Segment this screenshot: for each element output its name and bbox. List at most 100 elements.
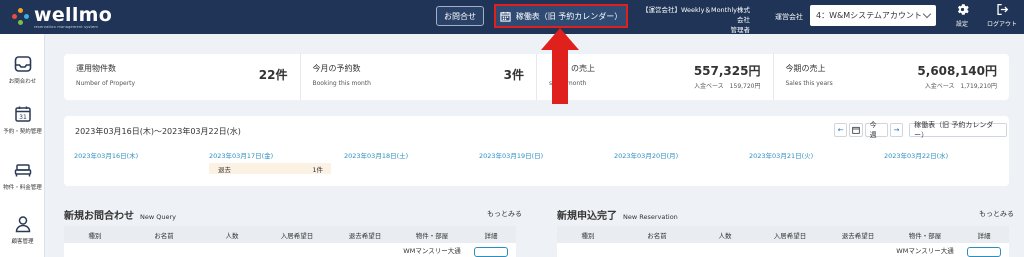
stat-payment-basis: 入金ベース 159,720円 [693, 83, 761, 90]
next-week-button[interactable]: → [889, 123, 904, 137]
date-picker-button[interactable] [849, 123, 863, 137]
logo-text: wellmo [34, 3, 113, 26]
calendar-days: 2023年03月16日(木) 2023年03月17日(金) 2023年03月18… [64, 146, 1009, 164]
inbox-icon [14, 56, 31, 72]
calendar-day[interactable]: 2023年03月20日(月) [604, 146, 739, 164]
sidebar-item-label: 物件・料金管理 [3, 185, 42, 191]
stat-card-bookings: 今月の予約数 Booking this month 3件 [301, 54, 537, 100]
column-header: 人数 [225, 231, 239, 240]
user-role: 管理者 [730, 26, 751, 34]
company-name: 【運営会社】Weekly＆Monthly株式会社 [642, 6, 750, 24]
stat-subtitle: Booking this month [312, 80, 371, 87]
column-header: 種別 [581, 231, 595, 240]
sidebar-item-inquiries[interactable]: お問合わせ [0, 42, 45, 98]
section-subtitle: New Reservation [623, 213, 678, 221]
gear-icon [957, 4, 969, 15]
bed-icon [14, 164, 31, 177]
settings-button[interactable]: 設定 [944, 3, 980, 31]
calendar-day[interactable]: 2023年03月21日(火) [739, 146, 874, 164]
detail-button[interactable] [474, 247, 508, 257]
calendar-day[interactable]: 2023年03月16日(木) [64, 146, 199, 164]
stats-summary: 運用物件数 Number of Property 22件 今月の予約数 Book… [64, 54, 1009, 100]
annotation-arrow-icon [541, 28, 579, 104]
column-header: 種別 [88, 231, 102, 240]
new-reservation-table: 種別 お名前 人数 入居希望日 退去希望日 物件・部屋 詳細 WMマンスリー大通 [557, 226, 1009, 257]
company-select[interactable]: 4：W&Mシステムアカウント [810, 5, 936, 26]
column-header: 入居希望日 [773, 231, 807, 240]
logo[interactable]: wellmo reservation management system [12, 3, 122, 29]
new-query-title: 新規お問合わせ New Query [64, 207, 176, 222]
stat-title: 運用物件数 [76, 64, 116, 73]
logout-icon [996, 3, 1008, 16]
new-query-table: 種別 お名前 人数 入居希望日 退去希望日 物件・部屋 詳細 WMマンスリー大通 [64, 226, 516, 257]
column-header: お名前 [154, 231, 174, 240]
calendar-day[interactable]: 2023年03月22日(水) [874, 146, 1009, 164]
detail-button[interactable] [967, 247, 1001, 257]
sidebar-item-properties[interactable]: 物件・料金管理 [0, 148, 45, 204]
table-row[interactable]: WMマンスリー大通 [64, 243, 516, 257]
calendar-icon-day: 31 [19, 114, 27, 121]
sidebar: お問合わせ 31 予約・契約管理 物件・料金管理 顧客管理 [0, 34, 45, 257]
column-header: お名前 [647, 231, 667, 240]
table-header: 種別 お名前 人数 入居希望日 退去希望日 物件・部屋 詳細 [64, 226, 516, 243]
calendar-nav: ← 今週 → 稼働表（旧 予約カレンダー） [834, 121, 1009, 139]
column-header: 退去希望日 [348, 231, 382, 240]
calendar-icon [852, 126, 860, 134]
calendar-icon [500, 11, 511, 22]
stat-value: 5,608,140円 [917, 64, 997, 78]
column-header: 物件・部屋 [908, 231, 942, 240]
company-info: 【運営会社】Weekly＆Monthly株式会社 管理者 [640, 5, 750, 35]
event-label: 退去 [218, 165, 231, 174]
sidebar-item-label: お問合わせ [8, 79, 37, 85]
company-select-value: 4：W&Mシステムアカウント [816, 11, 922, 20]
column-header: 人数 [718, 231, 732, 240]
stat-card-properties: 運用物件数 Number of Property 22件 [64, 54, 301, 100]
property-cell: WMマンスリー大通 [896, 247, 954, 255]
settings-label: 設定 [955, 21, 968, 28]
sidebar-item-label: 予約・契約管理 [3, 129, 42, 135]
weekly-calendar-panel: 2023年03月16日(木)〜2023年03月22日(水) ← 今週 → 稼働表… [64, 116, 1009, 186]
new-query-more-link[interactable]: もっとみる [487, 209, 522, 219]
logout-button[interactable]: ログアウト [984, 3, 1020, 31]
calendar-day[interactable]: 2023年03月19日(日) [469, 146, 604, 164]
table-row[interactable]: WMマンスリー大通 [557, 243, 1009, 257]
calendar-day[interactable]: 2023年03月18日(土) [334, 146, 469, 164]
logo-mark [12, 8, 30, 26]
event-count: 1件 [312, 165, 323, 174]
availability-calendar-button[interactable]: 稼働表（旧 予約カレンダー） [494, 4, 628, 28]
column-header: 詳細 [484, 231, 498, 240]
column-header: 退去希望日 [841, 231, 875, 240]
stat-card-yearly-sales: 今期の売上 Sales this years 5,608,140円 入金ベース … [774, 54, 1010, 100]
new-reservation-more-link[interactable]: もっとみる [979, 209, 1014, 219]
chevron-down-icon [922, 9, 932, 19]
calendar-event-move-out[interactable]: 退去 1件 [209, 163, 331, 174]
calendar-icon: 31 [14, 106, 31, 122]
stat-payment-basis: 入金ベース 1,719,210円 [924, 83, 997, 90]
column-header: 詳細 [977, 231, 991, 240]
user-icon [15, 216, 30, 233]
company-select-label: 運営会社 [775, 13, 803, 21]
section-subtitle: New Query [140, 213, 176, 221]
calendar-date-range: 2023年03月16日(木)〜2023年03月22日(水) [75, 127, 241, 136]
sidebar-item-label: 顧客管理 [11, 239, 34, 245]
sidebar-item-reservations[interactable]: 31 予約・契約管理 [0, 92, 45, 148]
property-cell: WMマンスリー大通 [403, 247, 461, 255]
logout-label: ログアウト [986, 21, 1017, 28]
column-header: 物件・部屋 [415, 231, 449, 240]
sidebar-item-customers[interactable]: 顧客管理 [0, 202, 45, 257]
open-availability-calendar-button[interactable]: 稼働表（旧 予約カレンダー） [909, 121, 1007, 139]
inquiry-button[interactable]: お問合せ [436, 6, 484, 26]
stat-subtitle: Number of Property [76, 80, 136, 87]
availability-calendar-label: 稼働表（旧 予約カレンダー） [515, 11, 623, 21]
calendar-day[interactable]: 2023年03月17日(金) [199, 146, 334, 164]
stat-value: 557,325円 [693, 64, 761, 78]
section-title-text: 新規申込完了 [557, 211, 617, 222]
stat-value: 22件 [258, 68, 288, 82]
this-week-button[interactable]: 今週 [864, 121, 888, 139]
table-header: 種別 お名前 人数 入居希望日 退去希望日 物件・部屋 詳細 [557, 226, 1009, 243]
stat-value: 3件 [503, 68, 524, 82]
section-title-text: 新規お問合わせ [64, 211, 134, 222]
top-bar: wellmo reservation management system お問合… [0, 0, 1024, 34]
prev-week-button[interactable]: ← [834, 123, 848, 137]
column-header: 入居希望日 [280, 231, 314, 240]
